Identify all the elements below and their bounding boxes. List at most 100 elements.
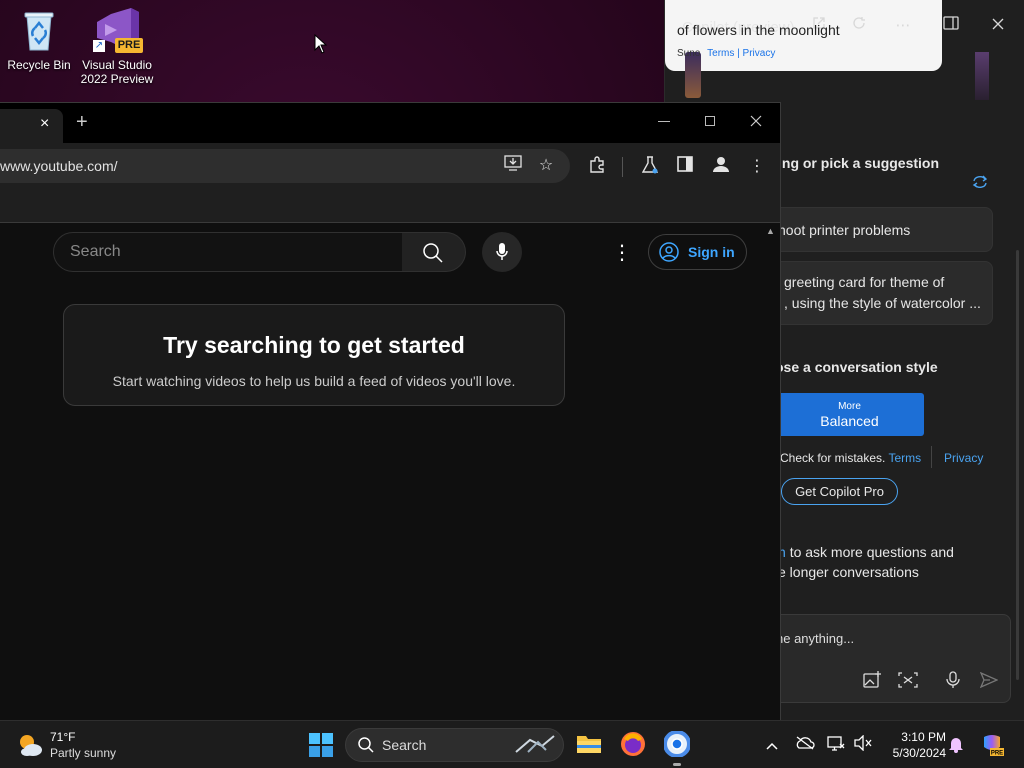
close-icon[interactable] xyxy=(750,114,762,132)
labs-flask-icon[interactable] xyxy=(639,156,661,178)
extensions-icon[interactable] xyxy=(586,156,608,178)
balanced-style-prefix: More xyxy=(838,401,861,412)
page-scroll-up-arrow[interactable]: ▲ xyxy=(766,226,775,236)
pre-badge: PRE xyxy=(115,38,143,53)
firefox-icon[interactable] xyxy=(620,731,646,762)
recycle-bin-icon xyxy=(17,8,61,52)
conversation-style-label: ose a conversation style xyxy=(775,359,938,375)
svg-text:PRE: PRE xyxy=(991,751,1003,757)
screenshot-icon[interactable] xyxy=(898,672,918,693)
balanced-style-label: Balanced xyxy=(820,413,879,429)
microphone-icon[interactable] xyxy=(946,671,960,694)
shortcut-arrow-icon: ↗ xyxy=(93,40,105,52)
chat-input-placeholder: he anything... xyxy=(776,631,855,646)
onedrive-offline-icon[interactable] xyxy=(795,735,815,755)
suggestion-text-1: hoot printer problems xyxy=(778,222,911,238)
suno-source: Suno xyxy=(677,48,701,59)
browser-menu-icon[interactable]: ⋮ xyxy=(746,156,768,178)
suno-thumbnail-right xyxy=(975,52,989,100)
recycle-bin-label: Recycle Bin xyxy=(7,58,71,72)
sidebar-icon[interactable] xyxy=(941,16,961,36)
bookmark-star-icon[interactable]: ☆ xyxy=(535,155,557,177)
youtube-signin-label: Sign in xyxy=(688,244,735,260)
side-panel-icon[interactable] xyxy=(674,156,696,178)
account-circle-icon xyxy=(659,242,679,265)
get-copilot-pro-label: Get Copilot Pro xyxy=(795,484,884,499)
weather-widget[interactable]: 71°F Partly sunny xyxy=(14,729,124,763)
browser-toolbar: www.youtube.com/ ☆ ⋮ xyxy=(0,143,780,191)
weather-desc: Partly sunny xyxy=(50,746,117,760)
recycle-bin-shortcut[interactable]: Recycle Bin xyxy=(1,8,77,72)
notification-bell-icon[interactable] xyxy=(946,735,966,755)
address-url: www.youtube.com/ xyxy=(0,158,118,174)
tab-strip: × + xyxy=(0,103,780,143)
clock[interactable]: 3:10 PM 5/30/2024 xyxy=(880,729,946,761)
toolbar-divider xyxy=(622,157,623,177)
minimize-icon[interactable] xyxy=(658,121,670,122)
chrome-icon[interactable] xyxy=(663,730,691,762)
refresh-icon[interactable] xyxy=(849,16,869,36)
bookmark-bar xyxy=(0,191,780,223)
mouse-cursor-icon xyxy=(314,34,328,54)
taskbar-search-box[interactable]: Search xyxy=(345,728,564,762)
refresh-suggestions-icon[interactable] xyxy=(971,174,989,195)
new-tab-button[interactable]: + xyxy=(76,111,88,134)
disclaimer-divider xyxy=(931,446,932,468)
disclaimer-text: Check for mistakes. xyxy=(780,451,886,465)
profile-icon[interactable] xyxy=(710,156,732,178)
suno-card-text: of flowers in the moonlight xyxy=(677,22,840,38)
microphone-icon xyxy=(496,242,508,267)
tab-close-icon[interactable]: × xyxy=(40,115,49,133)
weather-partly-sunny-icon xyxy=(16,731,44,764)
search-highlight-bird-icon xyxy=(512,732,558,763)
visual-studio-label-2: 2022 Preview xyxy=(80,72,154,86)
suggestion-card-2[interactable]: greeting card for theme of , using the s… xyxy=(765,261,993,325)
suno-terms-link[interactable]: Terms xyxy=(707,48,734,59)
clock-date: 5/30/2024 xyxy=(892,746,946,760)
tab-youtube[interactable]: × xyxy=(0,109,63,143)
chat-input-box[interactable]: he anything... xyxy=(765,614,1011,703)
visual-studio-shortcut[interactable]: PRE ↗ Visual Studio 2022 Preview xyxy=(79,8,155,86)
search-icon xyxy=(358,737,374,758)
empty-feed-subtitle: Start watching videos to help us build a… xyxy=(112,373,516,389)
browser-window: × + www.youtube.com/ ☆ ⋮ Search ⋮ Sign i… xyxy=(0,102,781,721)
empty-feed-card: Try searching to get started Start watch… xyxy=(63,304,565,406)
signin-prompt-text-2: e longer conversations xyxy=(778,564,919,580)
chevron-up-icon[interactable] xyxy=(762,735,782,755)
copilot-scrollbar[interactable] xyxy=(1016,250,1019,680)
visual-studio-icon: PRE ↗ xyxy=(93,8,143,53)
suggestion-card-1[interactable]: hoot printer problems xyxy=(765,207,993,252)
volume-muted-icon[interactable] xyxy=(853,734,873,755)
youtube-search-input[interactable]: Search xyxy=(53,232,403,272)
send-icon[interactable] xyxy=(979,671,999,693)
youtube-voice-search-button[interactable] xyxy=(482,232,522,272)
more-icon[interactable]: ⋯ xyxy=(893,16,913,36)
youtube-settings-more-icon[interactable]: ⋮ xyxy=(612,240,632,265)
install-app-icon[interactable] xyxy=(502,155,524,177)
maximize-icon[interactable] xyxy=(705,116,715,126)
close-icon[interactable] xyxy=(988,16,1008,36)
chrome-active-indicator xyxy=(673,763,681,766)
suno-separator: | xyxy=(737,48,740,59)
file-explorer-icon[interactable] xyxy=(576,733,602,760)
address-bar[interactable]: www.youtube.com/ ☆ xyxy=(0,149,570,183)
start-windows-icon[interactable] xyxy=(309,733,333,762)
prompt-hint: ing or pick a suggestion xyxy=(778,155,940,171)
copilot-pre-icon[interactable]: PRE xyxy=(980,733,1004,757)
suggestion-text-2a: greeting card for theme of xyxy=(784,274,945,290)
suno-privacy-link[interactable]: Privacy xyxy=(743,48,776,59)
signin-prompt-text-1: to ask more questions and xyxy=(789,544,954,560)
get-copilot-pro-button[interactable]: Get Copilot Pro xyxy=(781,478,898,505)
balanced-style-button[interactable]: More Balanced xyxy=(775,393,924,436)
disclaimer-privacy-link[interactable]: Privacy xyxy=(944,451,983,465)
youtube-search-button[interactable] xyxy=(402,232,466,272)
network-icon[interactable] xyxy=(826,735,846,755)
taskbar: 71°F Partly sunny Search 3:10 PM 5/30/20… xyxy=(0,720,1024,768)
suggestion-text-2b: , using the style of watercolor ... xyxy=(784,295,981,311)
disclaimer-terms-link[interactable]: Terms xyxy=(889,451,922,465)
youtube-signin-button[interactable]: Sign in xyxy=(648,234,747,270)
image-upload-icon[interactable] xyxy=(862,671,882,694)
signin-prompt-line-1: n to ask more questions and xyxy=(778,544,954,560)
youtube-page: Search ⋮ Sign in ▲ Try searching to get … xyxy=(0,224,780,721)
youtube-search-placeholder: Search xyxy=(70,243,121,260)
